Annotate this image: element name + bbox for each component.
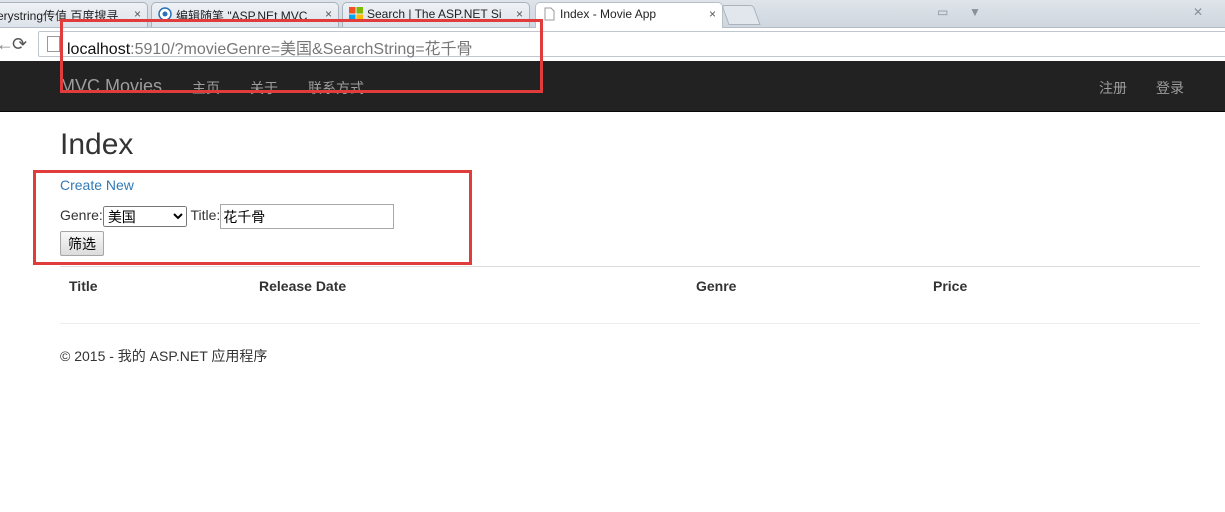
annotation-box-filter	[33, 170, 472, 265]
close-icon[interactable]: ×	[709, 7, 716, 21]
column-header-genre: Genre	[696, 278, 737, 294]
page-title: Index	[60, 128, 134, 161]
footer-text: © 2015 - 我的 ASP.NET 应用程序	[60, 348, 268, 364]
close-window-icon[interactable]: ✕	[1193, 5, 1203, 19]
tab-title: Index - Movie App	[560, 7, 657, 21]
browser-tab-active[interactable]: Index - Movie App ×	[535, 2, 723, 28]
new-tab-button[interactable]	[721, 5, 761, 25]
page-icon	[542, 7, 556, 21]
column-header-price: Price	[933, 278, 968, 294]
reload-icon[interactable]: ⟳	[12, 34, 27, 55]
nav-link-login[interactable]: 登录	[1156, 78, 1184, 98]
movies-table: Title Release Date Genre Price	[60, 266, 1200, 294]
user-icon[interactable]: ▭	[937, 5, 948, 19]
nav-link-register[interactable]: 注册	[1099, 78, 1127, 98]
column-header-release-date: Release Date	[259, 278, 347, 294]
page-icon	[47, 36, 60, 52]
signal-icon: ▼	[969, 5, 981, 19]
column-header-title: Title	[69, 278, 98, 294]
footer-divider	[60, 323, 1200, 324]
annotation-box-url	[60, 19, 543, 93]
window-controls: ▭ ▼ ✕	[935, 0, 1225, 27]
